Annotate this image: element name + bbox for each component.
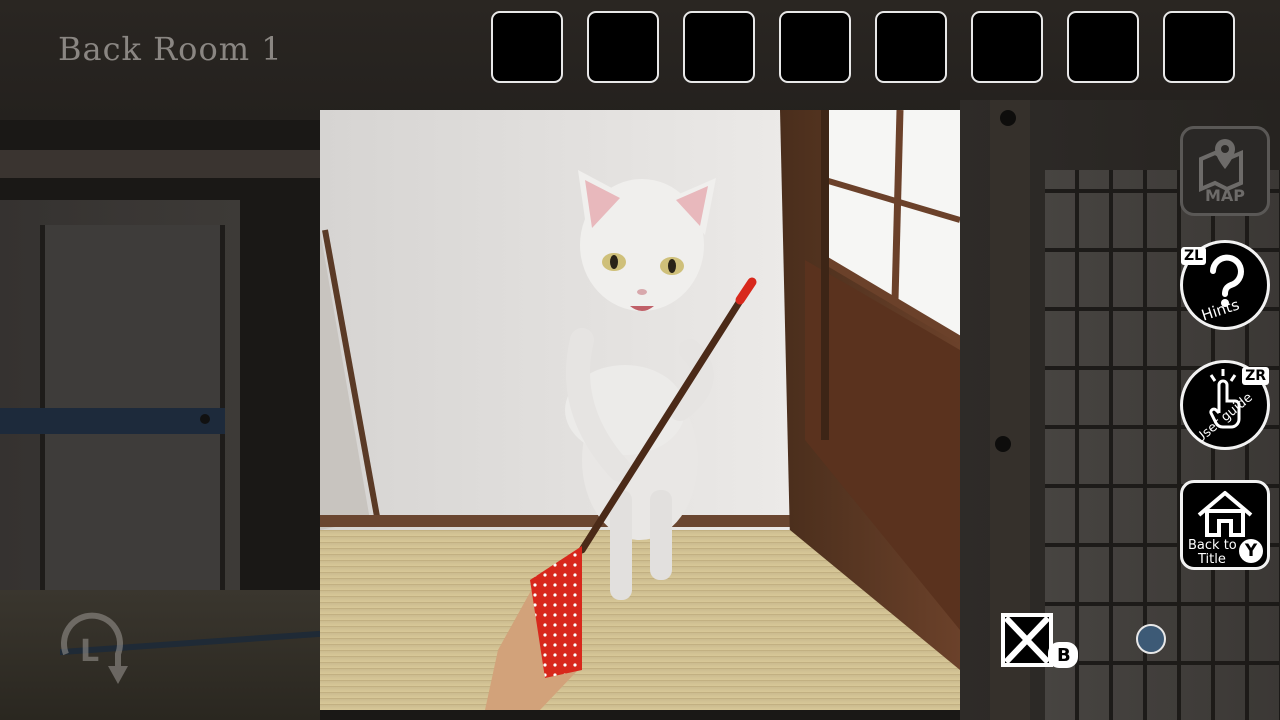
b-badge: B bbox=[1057, 645, 1071, 666]
cat-sweeping-illustration bbox=[320, 110, 960, 710]
door-knob bbox=[200, 414, 210, 424]
inventory-slot[interactable] bbox=[779, 11, 851, 83]
turn-left-button[interactable]: L bbox=[52, 608, 136, 692]
y-badge: Y bbox=[1239, 539, 1263, 563]
close-zoom-button[interactable]: B bbox=[1000, 612, 1082, 670]
room-title: Back Room 1 bbox=[58, 30, 283, 68]
map-label: MAP bbox=[1204, 186, 1246, 205]
inventory-slot[interactable] bbox=[1163, 11, 1235, 83]
wall-hole bbox=[1000, 110, 1016, 126]
inventory-slot[interactable] bbox=[875, 11, 947, 83]
inventory-slot[interactable] bbox=[1067, 11, 1139, 83]
wall-hole bbox=[995, 436, 1011, 452]
inventory-bar bbox=[491, 11, 1235, 83]
zoom-scene[interactable] bbox=[320, 110, 960, 710]
tatami-floor-left bbox=[0, 590, 320, 720]
inventory-slot[interactable] bbox=[491, 11, 563, 83]
wall-beam bbox=[0, 150, 320, 178]
door-stripe bbox=[0, 408, 225, 434]
back-to-title-label: Back to Title bbox=[1188, 538, 1237, 567]
inventory-slot[interactable] bbox=[683, 11, 755, 83]
map-button[interactable]: MAP bbox=[1180, 126, 1270, 216]
map-pin-icon bbox=[1199, 139, 1243, 193]
back-to-title-button[interactable]: Back to Title Y bbox=[1180, 480, 1270, 570]
user-guide-button[interactable]: ZR User guide bbox=[1180, 360, 1270, 450]
status-indicator bbox=[1136, 624, 1166, 654]
hints-button[interactable]: ZL Hints bbox=[1180, 240, 1270, 330]
inventory-slot[interactable] bbox=[971, 11, 1043, 83]
inventory-slot[interactable] bbox=[587, 11, 659, 83]
house-icon bbox=[1197, 491, 1253, 537]
l-badge: L bbox=[80, 634, 100, 669]
